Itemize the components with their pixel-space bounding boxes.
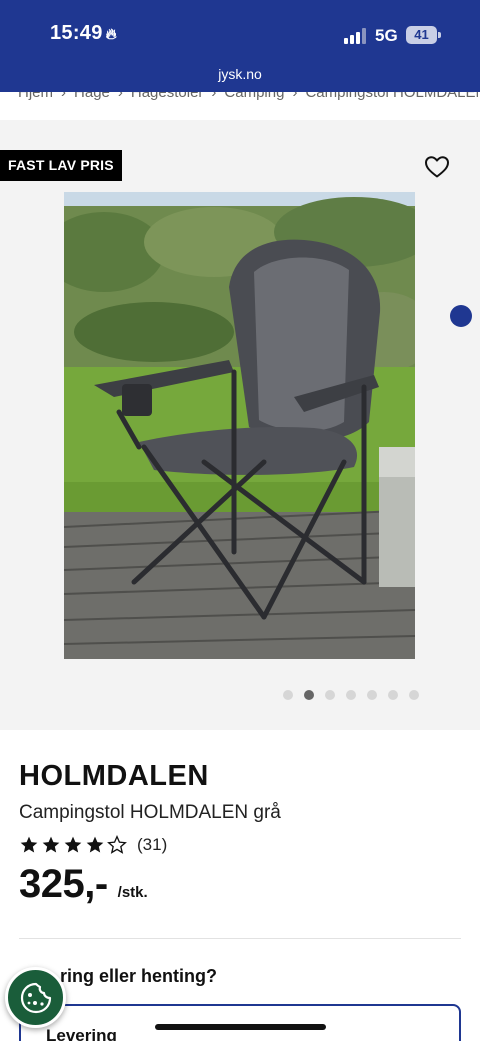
gallery-pagination bbox=[283, 690, 419, 700]
battery-icon: 41 bbox=[406, 26, 441, 44]
product-brand: HOLMDALEN bbox=[19, 760, 209, 792]
product-image[interactable] bbox=[64, 192, 415, 659]
status-bar: 15:49 🔥︎ 5G 41 jysk.no bbox=[0, 0, 480, 92]
delivery-option[interactable]: Levering bbox=[19, 1004, 461, 1041]
product-gallery[interactable]: FAST LAV PRIS bbox=[0, 120, 480, 730]
gallery-dot[interactable] bbox=[346, 690, 356, 700]
star-empty-icon bbox=[107, 835, 127, 854]
flame-icon: 🔥︎ bbox=[105, 26, 117, 43]
price-badge: FAST LAV PRIS bbox=[0, 150, 122, 181]
cookie-icon bbox=[20, 982, 51, 1013]
address-bar[interactable]: jysk.no bbox=[0, 66, 480, 82]
signal-icon bbox=[344, 28, 366, 44]
time-text: 15:49 bbox=[50, 22, 103, 44]
gallery-dot[interactable] bbox=[388, 690, 398, 700]
divider bbox=[19, 938, 461, 939]
breadcrumb-item-hagestoler[interactable]: Hagestoler bbox=[131, 92, 204, 101]
gallery-dot[interactable] bbox=[325, 690, 335, 700]
rating-stars bbox=[19, 835, 127, 855]
chevron-right-icon: › bbox=[117, 92, 123, 101]
breadcrumb-item-current: Campingstol HOLMDALEN bbox=[305, 92, 480, 101]
gallery-dot[interactable] bbox=[409, 690, 419, 700]
network-label: 5G bbox=[375, 26, 398, 45]
star-filled-icon bbox=[64, 836, 82, 853]
product-info: HOLMDALEN Campingstol HOLMDALEN grå (31)… bbox=[0, 730, 480, 1041]
gallery-dot[interactable] bbox=[367, 690, 377, 700]
status-time: 15:49 🔥︎ bbox=[50, 22, 117, 45]
product-price: 325,- bbox=[19, 862, 108, 906]
price-row: 325,- /stk. bbox=[19, 862, 148, 907]
star-filled-icon bbox=[42, 836, 60, 853]
price-unit: /stk. bbox=[117, 884, 148, 901]
cookie-settings-button[interactable] bbox=[5, 967, 66, 1028]
star-filled-icon bbox=[20, 836, 38, 853]
star-filled-icon bbox=[86, 836, 104, 853]
chevron-right-icon: › bbox=[292, 92, 298, 101]
breadcrumb: Hjem › Hage › Hagestoler › Camping › Cam… bbox=[0, 92, 480, 120]
gallery-dot-active[interactable] bbox=[304, 690, 314, 700]
chevron-right-icon: › bbox=[211, 92, 217, 101]
product-name: Campingstol HOLMDALEN grå bbox=[19, 802, 281, 823]
heart-icon[interactable] bbox=[424, 155, 450, 179]
breadcrumb-item-camping[interactable]: Camping bbox=[224, 92, 284, 101]
delivery-question: ring eller henting? bbox=[60, 966, 218, 986]
delivery-option-label: Levering bbox=[46, 1026, 117, 1041]
product-rating[interactable]: (31) bbox=[19, 835, 167, 855]
gallery-dot[interactable] bbox=[283, 690, 293, 700]
review-count[interactable]: (31) bbox=[137, 835, 167, 855]
home-indicator bbox=[155, 1024, 326, 1030]
selection-indicator bbox=[450, 305, 472, 327]
breadcrumb-item-hage[interactable]: Hage bbox=[74, 92, 110, 101]
chevron-right-icon: › bbox=[61, 92, 67, 101]
breadcrumb-item-hjem[interactable]: Hjem bbox=[18, 92, 53, 101]
